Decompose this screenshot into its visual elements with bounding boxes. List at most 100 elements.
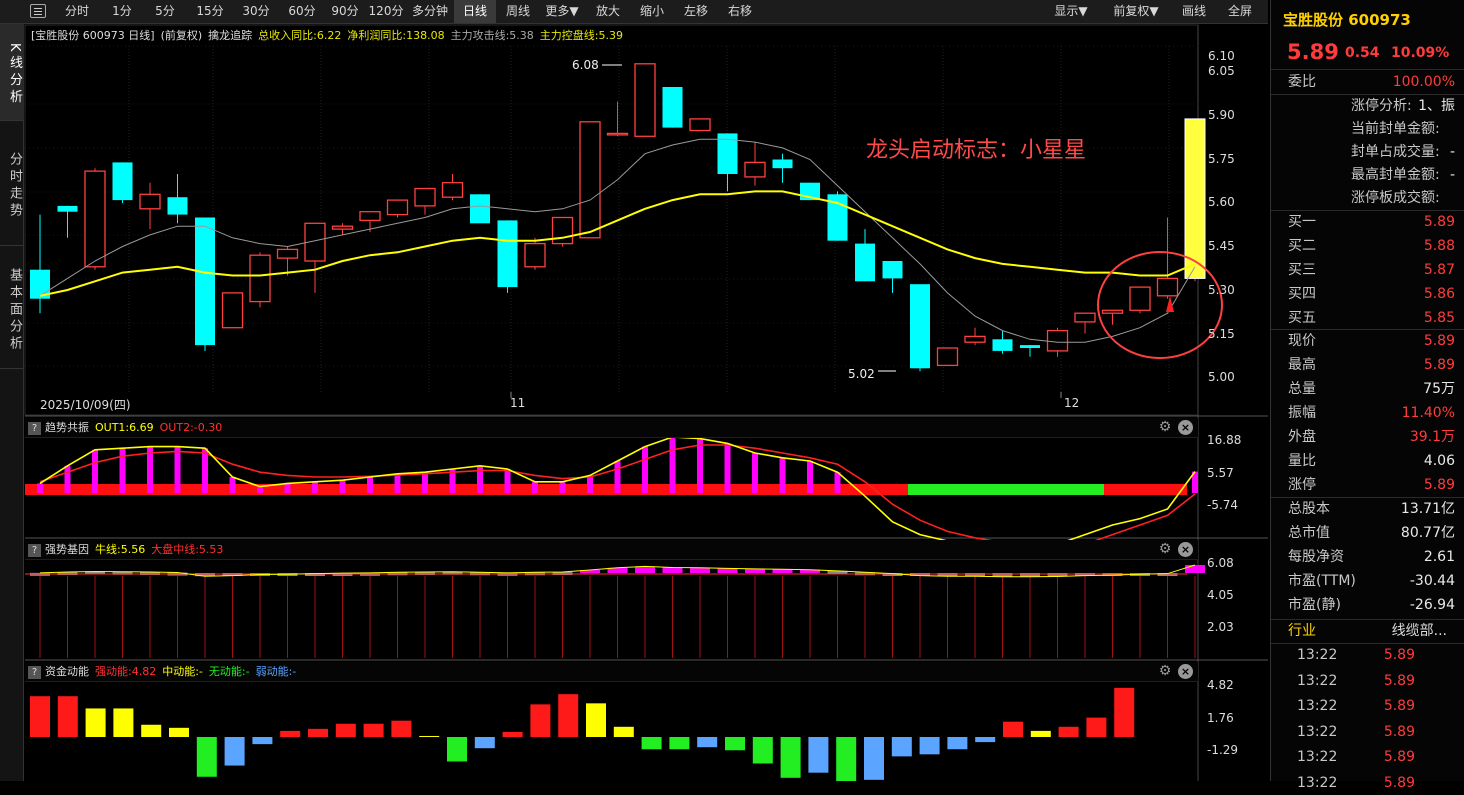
- close-icon[interactable]: ×: [1178, 420, 1193, 435]
- fund-row-value: 2.61: [1423, 549, 1455, 565]
- momentum-bar: [947, 737, 968, 750]
- high-price-label: 6.08: [572, 58, 599, 72]
- momentum-bar: [30, 696, 50, 737]
- toolbar-button[interactable]: 左移: [676, 0, 716, 23]
- y-tick: 2.03: [1207, 620, 1234, 634]
- toolbar-button[interactable]: 5分: [144, 0, 186, 23]
- fund-row-value: -26.94: [1409, 597, 1455, 613]
- gene-bar: [195, 573, 215, 577]
- limit-row-value: 1、振: [1418, 98, 1455, 114]
- field-mid: 中动能:-: [162, 665, 203, 678]
- tick-row-label: 13:22: [1297, 672, 1338, 689]
- toolbar-button[interactable]: 分时: [54, 0, 100, 23]
- gene-bar: [1102, 573, 1123, 576]
- limit-row-label: 涨停分析:: [1351, 98, 1412, 114]
- candle-up: [359, 211, 381, 222]
- toolbar-button[interactable]: 更多▼: [540, 0, 584, 23]
- candle-up: [1074, 312, 1096, 323]
- candle-down: [827, 194, 848, 241]
- gene-bar: [910, 573, 930, 576]
- toolbar-button[interactable]: 右移: [720, 0, 760, 23]
- y-tick: 6.08: [1207, 556, 1234, 570]
- trend-bar: [119, 448, 126, 493]
- buy-row-label: 买三: [1288, 262, 1316, 278]
- toolbar-button[interactable]: 90分: [326, 0, 364, 23]
- toolbar-button[interactable]: 前复权▼: [1104, 0, 1168, 23]
- candle-down: [497, 220, 518, 288]
- trend-bar: [284, 483, 291, 493]
- toolbar-button[interactable]: 120分: [366, 0, 406, 23]
- momentum-bar: [141, 724, 162, 737]
- momentum-bar: [836, 737, 857, 781]
- industry-value: 线缆部...: [1391, 623, 1447, 639]
- gene-bar: [965, 573, 985, 577]
- field-control-line: 主力控盘线:5.39: [539, 29, 623, 42]
- out1-line: [39, 436, 1196, 549]
- gene-bar: [580, 570, 600, 574]
- toolbar-button[interactable]: 60分: [280, 0, 324, 23]
- toolbar-button[interactable]: 日线: [454, 0, 496, 23]
- toolbar-button[interactable]: 放大: [588, 0, 628, 23]
- tick-row-value: 5.89: [1383, 672, 1415, 689]
- trend-bar: [37, 483, 43, 493]
- help-icon[interactable]: ?: [28, 543, 41, 557]
- toolbar-button[interactable]: 画线: [1172, 0, 1216, 23]
- tick-row-value: 5.89: [1383, 749, 1415, 765]
- toolbar-button[interactable]: 多分钟: [408, 0, 452, 23]
- field-bull-line: 牛线:5.56: [95, 543, 146, 556]
- panel-name[interactable]: 资金动能: [45, 665, 89, 678]
- field-strong: 强动能:4.82: [95, 665, 157, 678]
- limit-row-label: 最高封单金额:: [1351, 167, 1440, 183]
- gene-bar: [1185, 565, 1205, 573]
- tab-k-line[interactable]: K线分析: [0, 24, 24, 121]
- industry-row[interactable]: 行业 线缆部...: [1271, 620, 1464, 643]
- gear-icon[interactable]: ⚙: [1157, 663, 1173, 679]
- toolbar-button[interactable]: 周线: [498, 0, 538, 23]
- y-tick: 5.90: [1208, 108, 1235, 122]
- indicator-name[interactable]: 擒龙追踪: [208, 29, 252, 42]
- quote-row-label: 量比: [1288, 453, 1316, 469]
- annotation-text: 龙头启动标志：小星星: [866, 138, 1087, 163]
- help-icon[interactable]: ?: [28, 421, 41, 435]
- close-icon[interactable]: ×: [1178, 542, 1193, 557]
- menu-icon[interactable]: [30, 4, 46, 18]
- momentum-bar: [1086, 717, 1107, 737]
- trend-bar: [92, 449, 98, 493]
- tab-intraday[interactable]: 分时走势: [0, 121, 24, 246]
- toolbar-button[interactable]: 缩小: [632, 0, 672, 23]
- panel-name[interactable]: 强势基因: [45, 543, 89, 556]
- panel-name[interactable]: 趋势共振: [45, 421, 89, 434]
- trend-bar: [174, 446, 181, 493]
- toolbar-button[interactable]: 1分: [102, 0, 142, 23]
- candle-down: [167, 197, 188, 215]
- field-none: 无动能:-: [208, 665, 250, 678]
- momentum-bar: [780, 737, 801, 778]
- help-icon[interactable]: ?: [28, 665, 41, 679]
- trend-bar: [147, 446, 153, 493]
- gear-icon[interactable]: ⚙: [1157, 419, 1173, 435]
- momentum-bar: [641, 737, 662, 750]
- gear-icon[interactable]: ⚙: [1157, 541, 1173, 557]
- toolbar-button[interactable]: 全屏: [1218, 0, 1262, 23]
- toolbar-button[interactable]: 15分: [188, 0, 232, 23]
- momentum-bar: [252, 737, 273, 745]
- candle-up: [304, 222, 326, 262]
- candle-up: [386, 199, 409, 216]
- buy-row: 买二 5.88: [1271, 235, 1464, 258]
- tab-fundamentals[interactable]: 基本面分析: [0, 246, 24, 369]
- gene-bar: [222, 573, 243, 576]
- date-label: 12: [1064, 396, 1080, 410]
- trend-bar: [642, 446, 648, 493]
- candle-up: [936, 347, 959, 367]
- y-tick: 4.82: [1207, 678, 1234, 692]
- limit-row: 当前封单金额:: [1271, 118, 1464, 141]
- close-icon[interactable]: ×: [1178, 664, 1193, 679]
- toolbar-button[interactable]: 显示▼: [1044, 0, 1098, 23]
- current-price: 5.89: [1287, 40, 1339, 64]
- toolbar-button[interactable]: 30分: [234, 0, 278, 23]
- baseline-band: [25, 484, 1187, 495]
- gene-bar: [992, 573, 1013, 577]
- candle-up: [1101, 309, 1124, 314]
- fund-row-label: 每股净资: [1288, 549, 1344, 565]
- candle-up: [139, 193, 161, 210]
